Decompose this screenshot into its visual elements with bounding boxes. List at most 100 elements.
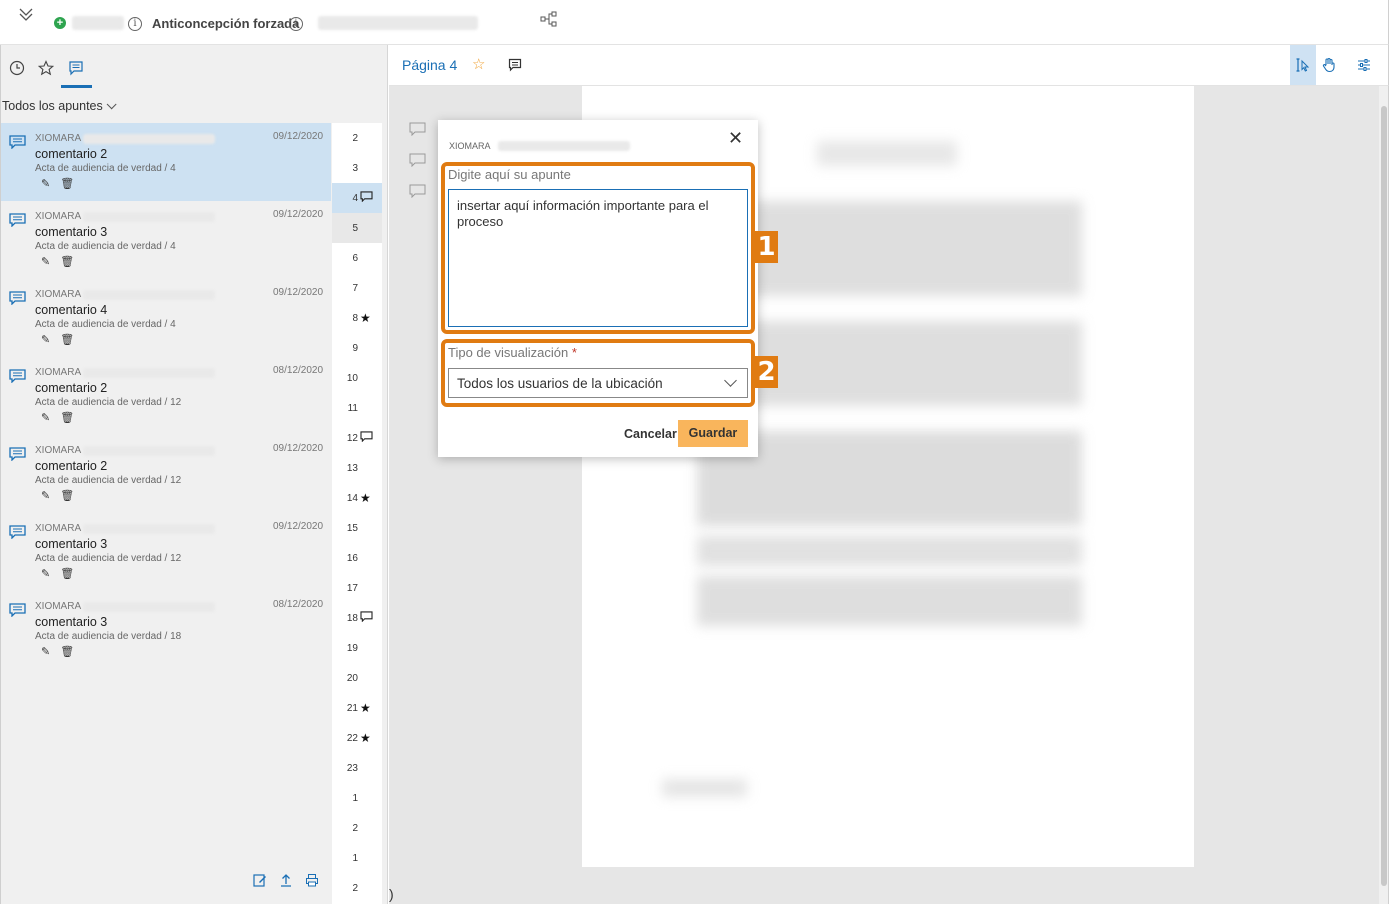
comment-marker-icon[interactable] [409, 184, 426, 198]
page-list-item[interactable]: 1 [332, 783, 382, 813]
note-document: Acta de audiencia de verdad / 12 [35, 475, 182, 486]
comment-icon [9, 291, 26, 306]
page-list-item[interactable]: 2 [332, 813, 382, 843]
comment-icon [9, 525, 26, 540]
redacted-text [83, 212, 215, 222]
note-item[interactable]: XIOMARA 08/12/2020 comentario 3 Acta de aud… [1, 591, 331, 669]
page-list-item[interactable]: 8 ★ [332, 303, 382, 333]
page-list-item[interactable]: 15 [332, 513, 382, 543]
page-list-item[interactable]: 10 [332, 363, 382, 393]
annotation-badge-2: 2 [755, 356, 778, 388]
comment-marker-icon[interactable] [409, 153, 426, 167]
add-comment-icon[interactable] [508, 58, 522, 72]
double-chevron-down-icon[interactable] [16, 6, 36, 26]
edit-icon[interactable]: ✎ [41, 412, 50, 424]
notes-tab[interactable] [65, 57, 87, 79]
save-button[interactable]: Guardar [678, 420, 748, 447]
note-item[interactable]: XIOMARA 09/12/2020 comentario 3 Acta de aud… [1, 201, 331, 279]
stray-text: ) [389, 886, 394, 902]
page-list-item[interactable]: 2 [332, 123, 382, 153]
edit-icon[interactable]: ✎ [41, 646, 50, 658]
star-filled-icon: ★ [360, 311, 371, 325]
annotation-box-1 [441, 162, 755, 334]
history-tab[interactable] [6, 57, 28, 79]
cancel-button[interactable]: Cancelar [624, 427, 677, 441]
page-number: 18 [346, 613, 358, 624]
trash-icon[interactable]: 🗑 [60, 490, 74, 502]
edit-icon[interactable]: ✎ [41, 256, 50, 268]
page-list-item[interactable]: 11 [332, 393, 382, 423]
pan-tool[interactable] [1316, 45, 1342, 85]
page-list-item[interactable]: 14 ★ [332, 483, 382, 513]
page-list-item[interactable]: 5 [332, 213, 382, 243]
note-actions: ✎ 🗑 [41, 489, 84, 502]
info-icon[interactable]: i [128, 17, 142, 31]
page-number: 1 [352, 853, 358, 864]
page-list-item[interactable]: 6 [332, 243, 382, 273]
comment-marker-icon[interactable] [409, 122, 426, 136]
note-user: XIOMARA [35, 523, 82, 534]
chevron-down-icon [106, 99, 117, 110]
blurred-paragraph [697, 576, 1082, 626]
trash-icon[interactable]: 🗑 [60, 412, 74, 424]
redacted-text [83, 290, 215, 300]
edit-icon[interactable]: ✎ [41, 490, 50, 502]
blurred-paragraph [697, 536, 1082, 566]
page-list-item[interactable]: 20 [332, 663, 382, 693]
note-item[interactable]: XIOMARA 08/12/2020 comentario 2 Acta de aud… [1, 357, 331, 435]
hierarchy-icon[interactable] [540, 11, 558, 27]
page-list-item[interactable]: 17 [332, 573, 382, 603]
export-icon[interactable] [279, 873, 293, 887]
page-list-item[interactable]: 13 [332, 453, 382, 483]
settings-tool[interactable] [1351, 45, 1377, 85]
note-title: comentario 3 [35, 537, 108, 551]
page-number: 1 [352, 793, 358, 804]
comment-icon [360, 431, 373, 445]
print-icon[interactable] [305, 873, 319, 887]
trash-icon[interactable]: 🗑 [60, 646, 74, 658]
note-item[interactable]: XIOMARA 09/12/2020 comentario 2 Acta de aud… [1, 123, 331, 201]
text-cursor-icon [1296, 58, 1310, 72]
trash-icon[interactable]: 🗑 [60, 256, 74, 268]
note-item[interactable]: XIOMARA 09/12/2020 comentario 4 Acta de aud… [1, 279, 331, 357]
page-list-item[interactable]: 18 [332, 603, 382, 633]
note-item[interactable]: XIOMARA 09/12/2020 comentario 2 Acta de aud… [1, 435, 331, 513]
note-item[interactable]: XIOMARA 09/12/2020 comentario 3 Acta de aud… [1, 513, 331, 591]
page-number: 11 [347, 403, 358, 414]
page-list-item[interactable]: 1 [332, 843, 382, 873]
redacted-text [72, 16, 124, 30]
star-outline-icon[interactable]: ☆ [472, 55, 485, 73]
info-icon[interactable]: i [289, 17, 303, 31]
page-list-item[interactable]: 9 [332, 333, 382, 363]
trash-icon[interactable]: 🗑 [60, 178, 74, 190]
favorites-tab[interactable] [35, 57, 57, 79]
page-number: 4 [352, 193, 358, 204]
trash-icon[interactable]: 🗑 [60, 334, 74, 346]
page-list-item[interactable]: 23 [332, 753, 382, 783]
page-list-item[interactable]: 7 [332, 273, 382, 303]
edit-icon[interactable]: ✎ [41, 334, 50, 346]
page-list-item[interactable]: 16 [332, 543, 382, 573]
note-actions: ✎ 🗑 [41, 177, 84, 190]
page-list-item[interactable]: 12 [332, 423, 382, 453]
edit-icon[interactable]: ✎ [41, 178, 50, 190]
page-list-item[interactable]: 2 [332, 873, 382, 903]
select-text-tool[interactable] [1290, 45, 1316, 85]
add-icon[interactable]: + [54, 17, 66, 29]
page-list-item[interactable]: 21 ★ [332, 693, 382, 723]
edit-icon[interactable]: ✎ [41, 568, 50, 580]
comment-icon [360, 611, 373, 625]
scrollbar-thumb[interactable] [1381, 106, 1387, 886]
page-list-item[interactable]: 22 ★ [332, 723, 382, 753]
note-document: Acta de audiencia de verdad / 4 [35, 163, 176, 174]
redacted-text [83, 368, 215, 378]
note-user: XIOMARA [35, 211, 82, 222]
viewer-scrollbar[interactable] [1379, 86, 1389, 904]
page-list-item[interactable]: 3 [332, 153, 382, 183]
close-icon[interactable]: ✕ [728, 128, 743, 149]
page-list-item[interactable]: 4 [332, 183, 382, 213]
notes-filter-dropdown[interactable]: Todos los apuntes [2, 99, 117, 113]
page-list-item[interactable]: 19 [332, 633, 382, 663]
trash-icon[interactable]: 🗑 [60, 568, 74, 580]
edit-note-icon[interactable] [253, 873, 267, 887]
